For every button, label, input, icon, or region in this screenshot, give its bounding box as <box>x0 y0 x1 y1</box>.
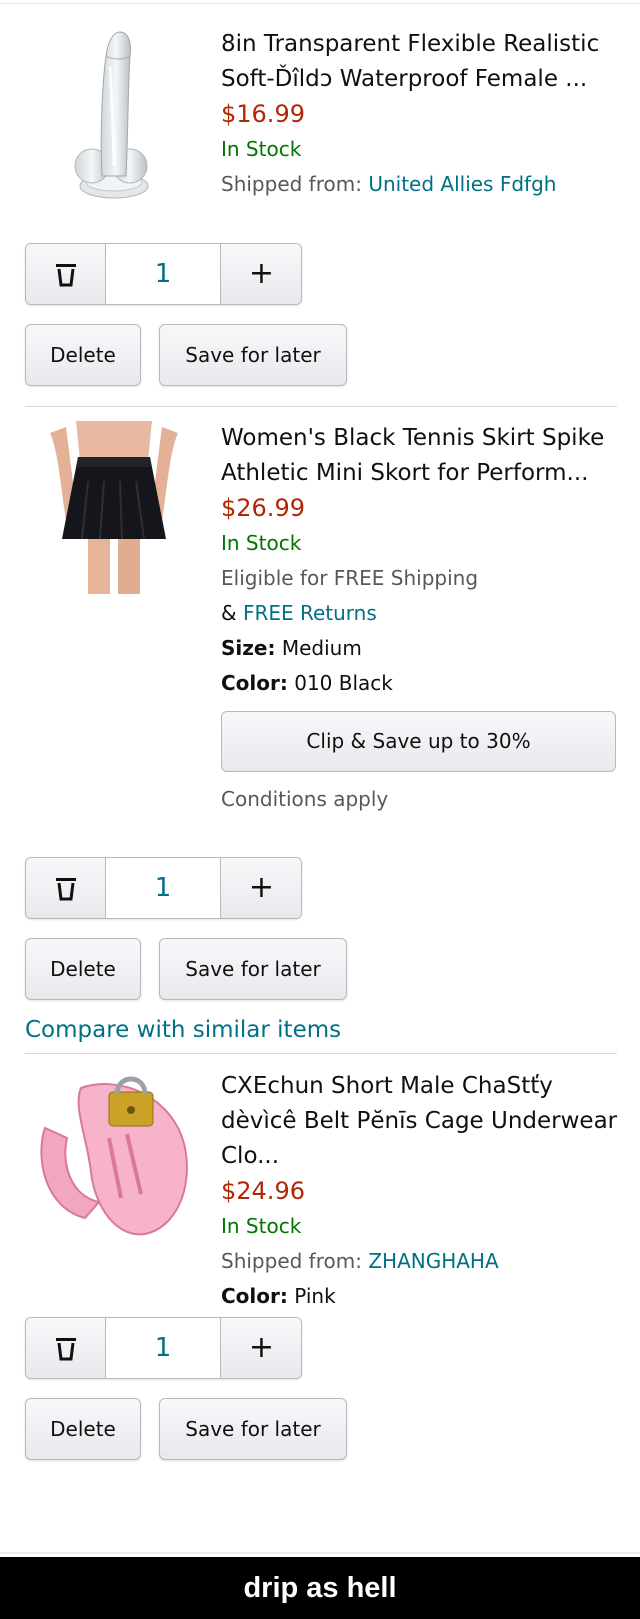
quantity-stepper-2: 1 + <box>25 857 302 919</box>
delete-button[interactable]: Delete <box>25 324 141 386</box>
meme-caption: drip as hell <box>0 1557 640 1619</box>
color-label: Color: <box>221 671 288 695</box>
free-returns-link[interactable]: FREE Returns <box>243 601 377 625</box>
stock-status: In Stock <box>221 137 302 161</box>
stock-status: In Stock <box>221 531 302 555</box>
increase-quantity-button[interactable]: + <box>220 858 301 918</box>
save-for-later-button[interactable]: Save for later <box>159 938 347 1000</box>
shipped-from-label: Shipped from: <box>221 1249 369 1273</box>
free-returns-line: & FREE Returns <box>221 596 621 631</box>
quantity-value: 1 <box>106 1318 220 1378</box>
shipped-from: Shipped from: United Allies Fdfgh <box>221 167 621 202</box>
color-line: Color: Pink <box>221 1279 621 1314</box>
seller-link[interactable]: United Allies Fdfgh <box>368 172 556 196</box>
decrease-delete-button[interactable] <box>26 244 106 304</box>
color-value: Pink <box>287 1284 336 1308</box>
item-divider <box>25 1053 617 1054</box>
top-divider <box>0 3 640 4</box>
shipped-from: Shipped from: ZHANGHAHA <box>221 1244 621 1279</box>
conditions-apply: Conditions apply <box>221 787 389 811</box>
trash-icon <box>55 1338 76 1361</box>
product-image-dildo[interactable] <box>62 26 162 204</box>
product-image-dildo-graphic <box>74 31 149 199</box>
save-for-later-button[interactable]: Save for later <box>159 1398 347 1460</box>
size-value: Medium <box>275 636 362 660</box>
save-for-later-button[interactable]: Save for later <box>159 324 347 386</box>
quantity-stepper-1: 1 + <box>25 243 302 305</box>
free-shipping-line: Eligible for FREE Shipping <box>221 566 479 590</box>
product-image-skirt-graphic <box>48 421 180 594</box>
quantity-value: 1 <box>106 858 220 918</box>
product-price: $26.99 <box>221 494 305 522</box>
color-value: 010 Black <box>287 671 393 695</box>
quantity-value: 1 <box>106 244 220 304</box>
item-info-3: CXEchun Short Male ChaStťy dèvìcê Belt P… <box>221 1069 621 1314</box>
increase-quantity-button[interactable]: + <box>220 244 301 304</box>
trash-icon <box>55 878 76 901</box>
product-price: $24.96 <box>221 1177 305 1205</box>
product-title[interactable]: Women's Black Tennis Skirt Spike Athleti… <box>221 421 621 491</box>
quantity-stepper-3: 1 + <box>25 1317 302 1379</box>
shipped-from-label: Shipped from: <box>221 172 369 196</box>
trash-icon <box>55 264 76 287</box>
item-divider <box>25 406 617 407</box>
item-info-2: Women's Black Tennis Skirt Spike Athleti… <box>221 421 621 814</box>
product-image-cage[interactable] <box>25 1068 197 1240</box>
delete-button[interactable]: Delete <box>25 938 141 1000</box>
compare-similar-link[interactable]: Compare with similar items <box>25 1013 341 1047</box>
decrease-delete-button[interactable] <box>26 1318 106 1378</box>
seller-link[interactable]: ZHANGHAHA <box>368 1249 498 1273</box>
product-title[interactable]: 8in Transparent Flexible Realistic Soft-… <box>221 27 621 97</box>
product-price: $16.99 <box>221 100 305 128</box>
size-label: Size: <box>221 636 276 660</box>
stock-status: In Stock <box>221 1214 302 1238</box>
bottom-divider <box>0 1552 640 1554</box>
color-label: Color: <box>221 1284 288 1308</box>
product-image-cage-graphic <box>40 1076 188 1236</box>
size-line: Size: Medium <box>221 631 621 666</box>
color-line: Color: 010 Black <box>221 666 621 701</box>
returns-prefix: & <box>221 601 243 625</box>
increase-quantity-button[interactable]: + <box>220 1318 301 1378</box>
product-title[interactable]: CXEchun Short Male ChaStťy dèvìcê Belt P… <box>221 1069 621 1174</box>
delete-button[interactable]: Delete <box>25 1398 141 1460</box>
product-image-skirt[interactable] <box>48 421 180 594</box>
decrease-delete-button[interactable] <box>26 858 106 918</box>
clip-coupon-button[interactable]: Clip & Save up to 30% <box>221 711 616 772</box>
item-info-1: 8in Transparent Flexible Realistic Soft-… <box>221 27 621 202</box>
